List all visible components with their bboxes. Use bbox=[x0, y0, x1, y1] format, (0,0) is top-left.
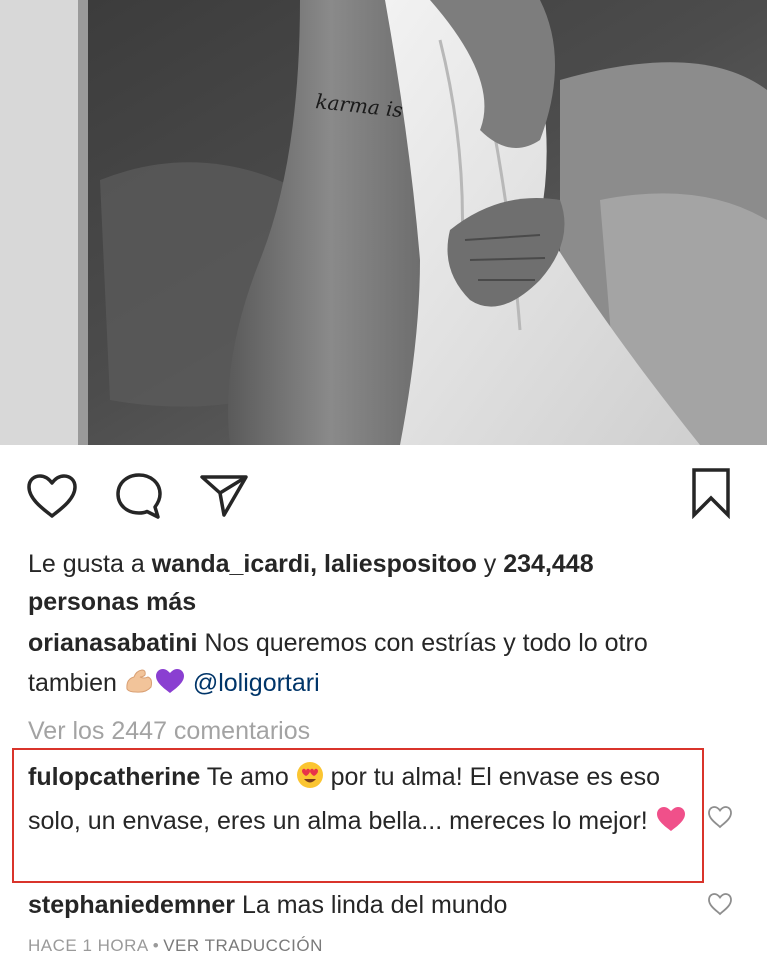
liker-username-2[interactable]: laliespositoo bbox=[324, 550, 477, 578]
comment-username[interactable]: fulopcatherine bbox=[28, 763, 200, 791]
view-all-comments-link[interactable]: Ver los 2447 comentarios bbox=[28, 715, 310, 747]
comment-text: La mas linda del mundo bbox=[235, 891, 508, 919]
comment-text-part1: Te amo bbox=[200, 763, 296, 791]
post-image[interactable]: karma is bbox=[0, 0, 767, 445]
comment-item: stephaniedemner La mas linda del mundo bbox=[28, 885, 693, 925]
heart-eyes-emoji-icon bbox=[296, 761, 324, 801]
post-timestamp: HACE 1 HORA bbox=[28, 936, 149, 955]
pink-heart-icon bbox=[655, 805, 687, 845]
liker-username-1[interactable]: wanda_icardi bbox=[152, 550, 310, 578]
post-meta: HACE 1 HORA • VER TRADUCCIÓN bbox=[28, 936, 323, 956]
likes-separator: , bbox=[310, 550, 325, 578]
post-caption: orianasabatini Nos queremos con estrías … bbox=[28, 623, 738, 707]
comment-username[interactable]: stephaniedemner bbox=[28, 891, 235, 919]
caption-mention-link[interactable]: @loligortari bbox=[193, 669, 320, 697]
purple-heart-icon bbox=[154, 667, 186, 707]
post-action-bar bbox=[0, 445, 767, 545]
comment-like-heart-icon[interactable] bbox=[707, 892, 733, 916]
likes-count[interactable]: 234,448 bbox=[503, 550, 593, 578]
see-translation-link[interactable]: VER TRADUCCIÓN bbox=[163, 936, 323, 955]
flexed-biceps-emoji-icon bbox=[124, 667, 154, 707]
likes-suffix[interactable]: personas más bbox=[28, 588, 196, 616]
likes-prefix: Le gusta a bbox=[28, 550, 152, 578]
meta-separator: • bbox=[152, 936, 160, 955]
likes-summary: Le gusta a wanda_icardi, laliespositoo y… bbox=[28, 545, 748, 621]
bookmark-icon[interactable] bbox=[690, 467, 732, 519]
likes-connector: y bbox=[476, 550, 504, 578]
comment-like-heart-icon[interactable] bbox=[707, 805, 733, 829]
caption-username[interactable]: orianasabatini bbox=[28, 629, 198, 657]
post-photo-illustration: karma is bbox=[0, 0, 767, 445]
heart-outline-icon[interactable] bbox=[26, 473, 78, 519]
paper-plane-icon[interactable] bbox=[198, 471, 250, 519]
comment-item: fulopcatherine Te amo por tu alma! El en… bbox=[28, 757, 693, 845]
comment-bubble-icon[interactable] bbox=[114, 471, 164, 521]
